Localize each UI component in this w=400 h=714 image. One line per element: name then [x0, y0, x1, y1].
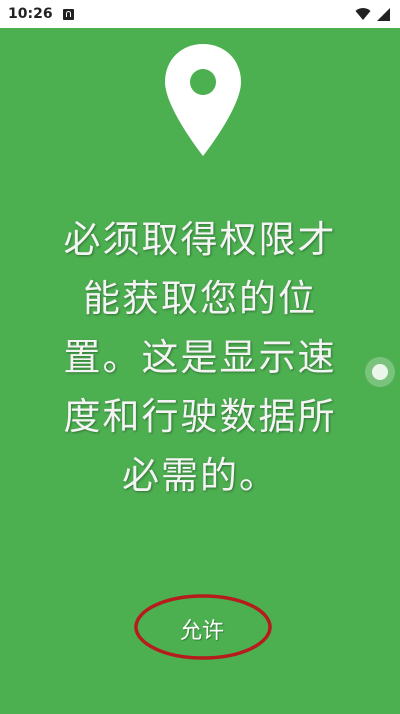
wifi-icon — [355, 8, 371, 20]
floating-assistive-touch[interactable] — [365, 357, 395, 387]
status-time: 10:26 — [8, 6, 53, 22]
location-pin-icon — [165, 44, 241, 156]
status-bar: 10:26 — [0, 0, 400, 28]
app-notification-icon — [62, 8, 74, 20]
message-line: 置。这是显示速 — [63, 336, 337, 379]
allow-button[interactable]: 允许 — [140, 606, 264, 652]
message-line: 必须取得权限才 — [63, 218, 337, 261]
message-line: 度和行驶数据所 — [63, 395, 337, 438]
message-line: 必需的。 — [122, 454, 278, 497]
cell-signal-icon — [377, 7, 390, 21]
status-icons — [355, 7, 390, 21]
permission-screen: 10:26 必须取得权限才 能获取您的位 置。这是显示速 度和行驶数据所 必需的… — [0, 0, 400, 714]
message-line: 能获取您的位 — [83, 277, 317, 320]
permission-message: 必须取得权限才 能获取您的位 置。这是显示速 度和行驶数据所 必需的。 — [50, 210, 350, 505]
